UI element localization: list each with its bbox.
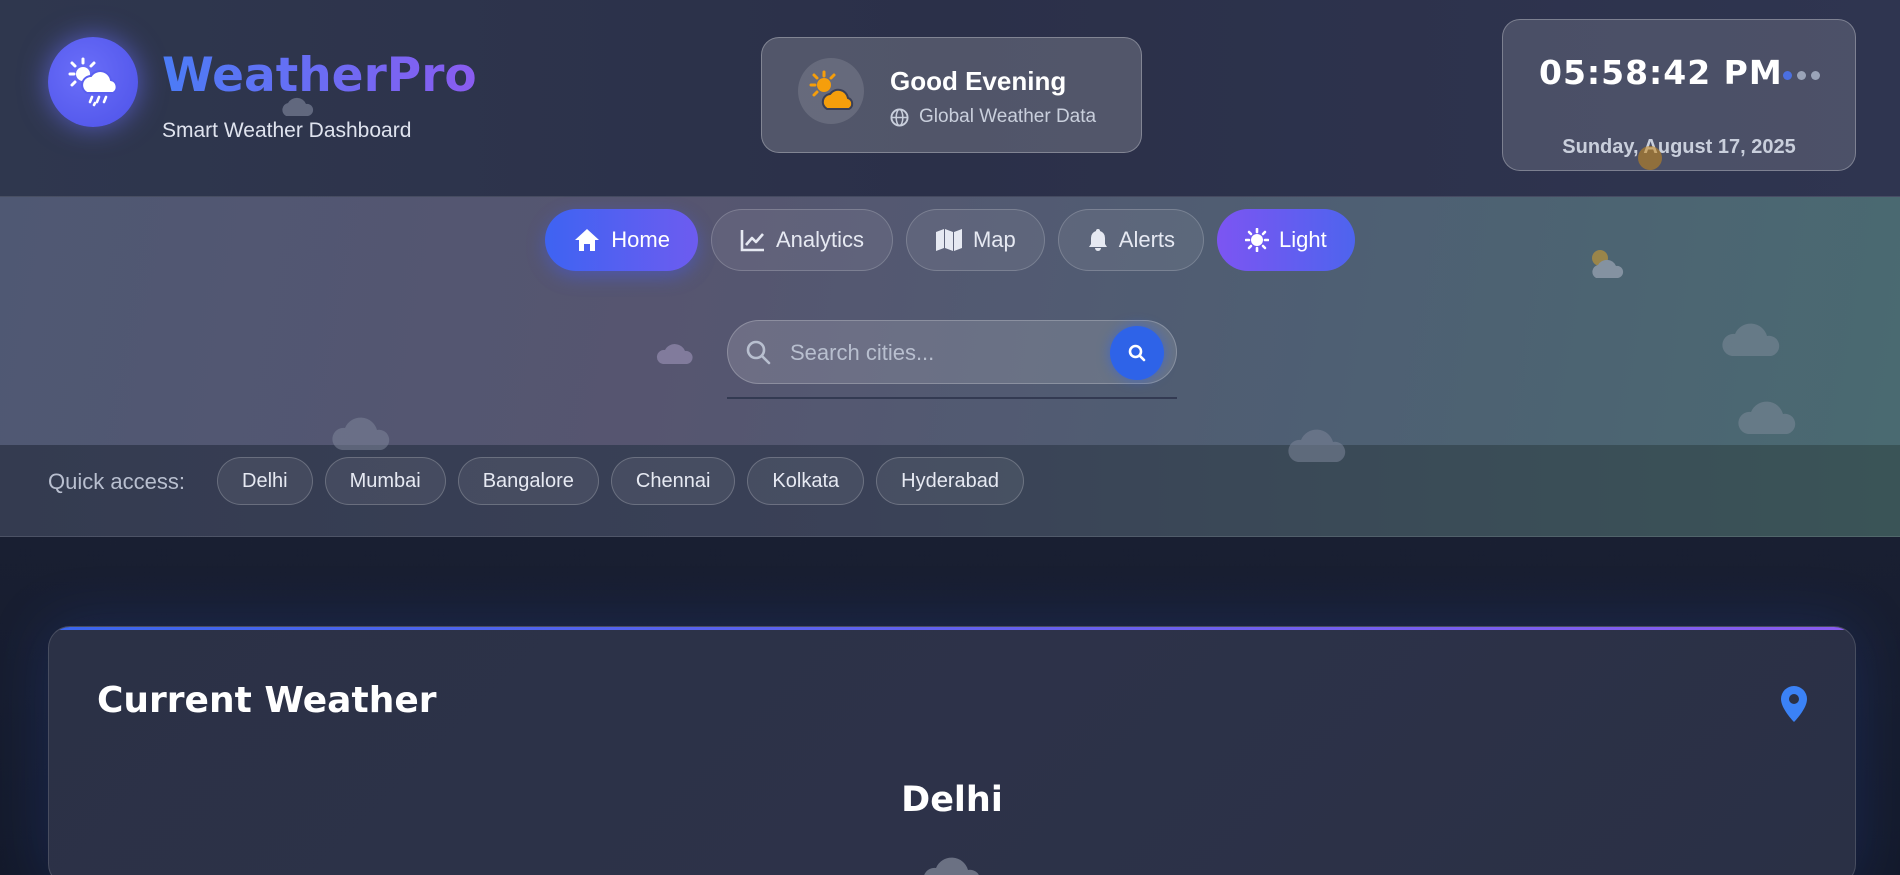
nav-home-label: Home (611, 227, 670, 252)
floating-cloud-icon (1722, 323, 1780, 356)
theme-toggle-label: Light (1279, 227, 1327, 252)
nav-analytics-label: Analytics (775, 227, 864, 252)
search-bar (727, 320, 1177, 385)
quick-city-kolkata[interactable]: Kolkata (747, 457, 865, 505)
logo-badge (48, 37, 138, 127)
floating-cloud-icon (1288, 429, 1346, 462)
status-dot (1811, 71, 1820, 80)
nav-analytics-button[interactable]: Analytics (710, 209, 893, 271)
brand-title: WeatherPro (162, 48, 477, 103)
sun-icon (1245, 228, 1270, 252)
theme-toggle-button[interactable]: Light (1217, 209, 1355, 271)
nav-map-label: Map (972, 227, 1016, 252)
greeting-subtitle-row: Global Weather Data (890, 106, 1096, 128)
quick-city-mumbai[interactable]: Mumbai (324, 457, 446, 505)
search-submit-button[interactable] (1110, 326, 1164, 380)
greeting-card: Good Evening Global Weather Data (761, 37, 1142, 153)
quick-access-list: Delhi Mumbai Bangalore Chennai Kolkata H… (217, 457, 1024, 505)
weather-condition-cloud-icon (924, 857, 979, 875)
greeting-icon-wrap (798, 58, 864, 124)
bell-icon (1088, 229, 1107, 251)
brand-subtitle: Smart Weather Dashboard (162, 119, 412, 142)
clock-time: 05:58:42 PM (1539, 53, 1783, 92)
quick-city-delhi[interactable]: Delhi (217, 457, 313, 505)
search-underline (727, 397, 1177, 399)
floating-cloud-icon (282, 97, 314, 116)
search-icon (746, 340, 771, 365)
greeting-subtitle: Global Weather Data (919, 106, 1097, 127)
quick-city-chennai[interactable]: Chennai (610, 457, 736, 505)
quick-city-hyderabad[interactable]: Hyderabad (876, 457, 1024, 505)
current-weather-card: Current Weather Delhi (48, 626, 1856, 875)
search-input[interactable] (788, 321, 1092, 385)
partly-cloudy-icon (809, 70, 854, 110)
quick-access-bar: Quick access: Delhi Mumbai Bangalore Che… (0, 445, 1900, 537)
clock-date: Sunday, August 17, 2025 (1562, 136, 1796, 158)
current-city-name: Delhi (901, 780, 1003, 820)
nav-map-button[interactable]: Map (905, 209, 1045, 271)
location-pin-icon[interactable] (1779, 685, 1809, 723)
home-icon (575, 229, 600, 251)
clock-status-dots (1783, 71, 1820, 80)
globe-icon (890, 107, 909, 127)
clock-card: 05:58:42 PM Sunday, August 17, 2025 (1502, 19, 1856, 171)
floating-cloud-icon (332, 417, 390, 450)
status-dot (1797, 71, 1806, 80)
weather-logo-icon (68, 57, 118, 107)
search-icon (1128, 344, 1146, 362)
status-dot (1783, 71, 1792, 80)
greeting-title: Good Evening (890, 66, 1067, 96)
quick-city-bangalore[interactable]: Bangalore (457, 457, 599, 505)
floating-sun-icon (1638, 146, 1662, 170)
map-icon (935, 229, 962, 251)
current-weather-title: Current Weather (97, 680, 437, 721)
floating-cloud-icon (656, 344, 693, 364)
nav-home-button[interactable]: Home (545, 209, 698, 271)
chart-line-icon (740, 230, 764, 252)
nav-alerts-label: Alerts (1118, 227, 1176, 252)
nav-band: Home Analytics Map Alerts Light Search c… (0, 197, 1900, 445)
floating-cloud-icon (1738, 401, 1796, 434)
quick-access-label: Quick access: (48, 469, 185, 494)
nav-alerts-button[interactable]: Alerts (1057, 209, 1205, 271)
floating-partly-cloudy-icon (1592, 250, 1624, 278)
